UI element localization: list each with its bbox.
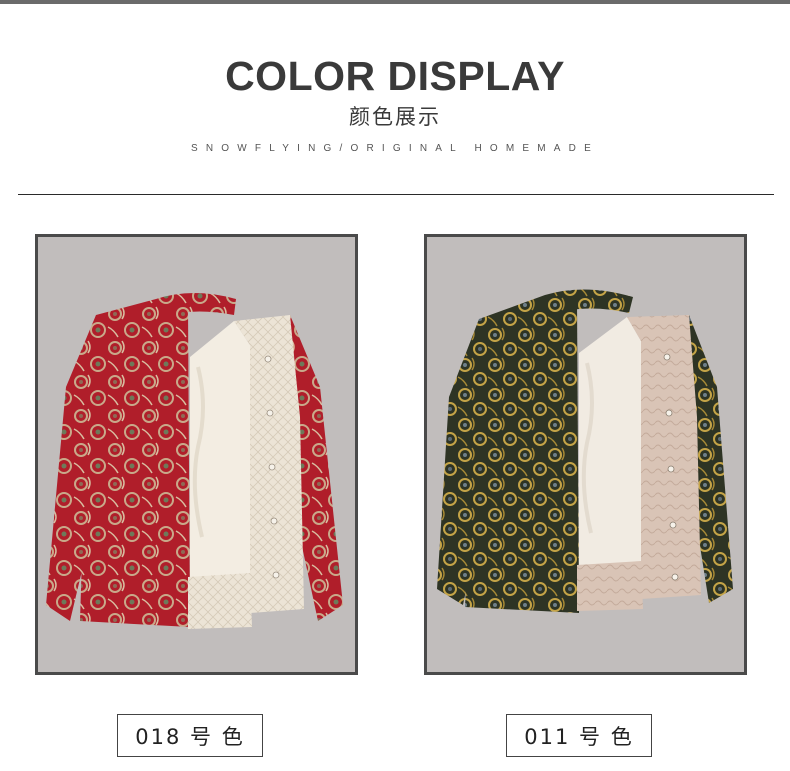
jacket-011-image <box>437 289 733 613</box>
color-label-018: 018 号 色 <box>117 714 263 757</box>
top-border <box>0 0 790 4</box>
product-photo-011[interactable] <box>424 234 747 675</box>
page-title: COLOR DISPLAY <box>225 53 565 99</box>
page-subtitle: 颜色展示 <box>349 105 441 129</box>
brand-tagline: SNOWFLYING/ORIGINAL HOMEMADE <box>191 143 599 154</box>
color-label-011: 011 号 色 <box>506 714 652 757</box>
section-divider <box>18 194 774 195</box>
jacket-018-image <box>46 293 343 629</box>
product-photo-018[interactable] <box>35 234 358 675</box>
